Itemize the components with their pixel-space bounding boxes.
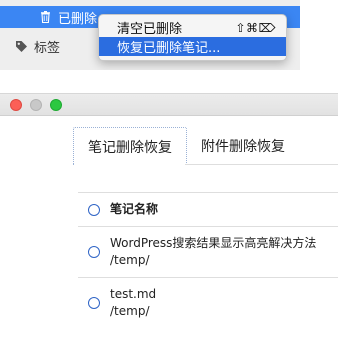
menu-item-label: 恢复已删除笔记... bbox=[117, 41, 221, 56]
note-name: test.md bbox=[110, 287, 157, 301]
tab-attachment-restore[interactable]: 附件删除恢复 bbox=[187, 127, 299, 165]
row-select-radio[interactable] bbox=[88, 297, 100, 309]
menu-item-restore-notes[interactable]: 恢复已删除笔记... bbox=[99, 37, 286, 56]
menu-item-label: 清空已删除 bbox=[117, 22, 183, 37]
table-row[interactable]: test.md /temp/ bbox=[78, 277, 338, 328]
tab-divider bbox=[185, 164, 338, 165]
column-header-note-name: 笔记名称 bbox=[110, 202, 159, 216]
note-path: /temp/ bbox=[110, 304, 150, 318]
tab-bar: 笔记删除恢复 附件删除恢复 bbox=[73, 127, 299, 165]
context-menu: 清空已删除 ⇧⌘⌦ 恢复已删除笔记... bbox=[98, 14, 287, 61]
menu-item-empty-trash[interactable]: 清空已删除 ⇧⌘⌦ bbox=[99, 18, 286, 38]
restore-window: 笔记删除恢复 附件删除恢复 笔记名称 WordPress搜索结果显示高亮解决方法… bbox=[0, 93, 338, 333]
window-titlebar bbox=[0, 94, 338, 116]
select-all-radio[interactable] bbox=[88, 204, 100, 216]
table-header-row: 笔记名称 bbox=[78, 192, 338, 226]
note-name: WordPress搜索结果显示高亮解决方法 bbox=[110, 236, 317, 250]
table-row[interactable]: WordPress搜索结果显示高亮解决方法 /temp/ bbox=[78, 226, 338, 277]
row-text: WordPress搜索结果显示高亮解决方法 /temp/ bbox=[110, 235, 316, 269]
menu-item-shortcut: ⇧⌘⌦ bbox=[235, 20, 276, 35]
row-text: test.md /temp/ bbox=[110, 286, 156, 320]
sidebar-panel: 已删除 标签 清空已删除 ⇧⌘⌦ 恢复已删除笔记... bbox=[0, 0, 300, 70]
tag-icon bbox=[14, 39, 28, 53]
note-path: /temp/ bbox=[110, 253, 150, 267]
row-select-radio[interactable] bbox=[88, 246, 100, 258]
deleted-notes-table: 笔记名称 WordPress搜索结果显示高亮解决方法 /temp/ test.m… bbox=[78, 192, 338, 328]
sidebar-item-label: 标签 bbox=[34, 40, 61, 56]
close-button[interactable] bbox=[10, 99, 22, 111]
tab-note-restore[interactable]: 笔记删除恢复 bbox=[73, 127, 187, 165]
trash-icon bbox=[38, 10, 52, 24]
maximize-button[interactable] bbox=[50, 99, 62, 111]
sidebar-item-label: 已删除 bbox=[58, 11, 98, 27]
minimize-button[interactable] bbox=[30, 99, 42, 111]
